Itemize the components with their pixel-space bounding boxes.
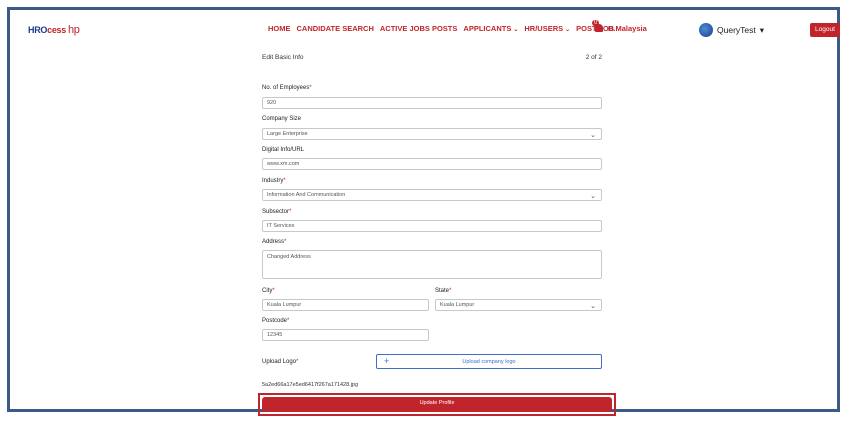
- globe-icon: [699, 23, 713, 37]
- company-size-value: Large Enterprise: [267, 131, 308, 137]
- chevron-down-icon: ⌄: [590, 132, 596, 139]
- address-label-text: Address: [262, 239, 285, 245]
- required-mark: *: [296, 359, 299, 365]
- address-label: Address*: [262, 239, 286, 245]
- top-nav: HROcess hp HOME CANDIDATE SEARCH ACTIVE J…: [10, 10, 840, 48]
- logo-text: HRO: [28, 25, 48, 35]
- employees-label: No. of Employees*: [262, 85, 312, 91]
- state-label-text: State: [435, 288, 450, 294]
- state-value: Kuala Lumpur: [440, 302, 475, 308]
- digital-info-input[interactable]: www.xm.com: [262, 158, 602, 170]
- nav-hr-users[interactable]: HR/USERS ⌄: [524, 24, 570, 33]
- industry-select[interactable]: Information And Communication ⌄: [262, 189, 602, 201]
- company-size-select[interactable]: Large Enterprise ⌄: [262, 128, 602, 140]
- required-mark: *: [284, 239, 287, 245]
- logo-suffix: cess: [47, 25, 66, 35]
- subsector-input[interactable]: IT Services: [262, 220, 602, 232]
- country-label[interactable]: B.Malaysia: [608, 24, 647, 33]
- caret-down-icon: ▾: [759, 24, 765, 35]
- digital-info-label: Digital Info/URL: [262, 147, 305, 153]
- uploaded-file-name: 5a2ed66a17e5ed6417f267a171428.jpg: [262, 382, 359, 388]
- app-frame: HROcess hp HOME CANDIDATE SEARCH ACTIVE J…: [7, 7, 840, 416]
- employees-input[interactable]: 920: [262, 97, 602, 109]
- step-indicator: 2 of 2: [585, 54, 602, 61]
- city-label-text: City: [262, 288, 273, 294]
- state-select[interactable]: Kuala Lumpur ⌄: [435, 299, 602, 311]
- nav-applicants-label: APPLICANTS: [463, 24, 512, 33]
- postcode-label-text: Postcode: [262, 318, 288, 324]
- nav-candidate-search[interactable]: CANDIDATE SEARCH: [297, 24, 374, 33]
- city-label: City*: [262, 288, 275, 294]
- upload-logo-label-text: Upload Logo: [262, 359, 297, 365]
- required-mark: *: [287, 318, 290, 324]
- update-profile-button[interactable]: Update Profile: [262, 397, 612, 412]
- company-size-label: Company Size: [262, 116, 302, 122]
- chevron-down-icon: ⌄: [590, 193, 596, 200]
- employees-label-text: No. of Employees: [262, 85, 310, 91]
- upload-logo-button-label: Upload company logo: [462, 359, 516, 365]
- industry-value: Information And Communication: [267, 192, 346, 198]
- subsector-label-text: Subsector: [262, 209, 290, 215]
- required-mark: *: [309, 85, 312, 91]
- update-profile-highlight: Update Profile: [258, 393, 616, 416]
- logout-button[interactable]: Logout: [810, 23, 840, 37]
- nav-home[interactable]: HOME: [268, 24, 291, 33]
- logo[interactable]: HROcess hp: [28, 24, 80, 36]
- state-label: State*: [435, 288, 451, 294]
- logo-mark: hp: [67, 24, 80, 36]
- address-textarea[interactable]: Changed Address: [262, 250, 602, 279]
- postcode-input[interactable]: 12345: [262, 329, 429, 341]
- industry-label-text: Industry: [262, 178, 284, 184]
- nav-active-jobs-posts[interactable]: ACTIVE JOBS POSTS: [380, 24, 458, 33]
- nav-hr-users-label: HR/USERS: [524, 24, 564, 33]
- upload-logo-button[interactable]: + Upload company logo: [376, 354, 602, 369]
- postcode-label: Postcode*: [262, 318, 289, 324]
- nav-applicants[interactable]: APPLICANTS ⌄: [463, 24, 518, 33]
- subsector-label: Subsector*: [262, 209, 291, 215]
- main-menu: HOME CANDIDATE SEARCH ACTIVE JOBS POSTS …: [268, 24, 614, 33]
- username: QueryTest: [717, 25, 756, 35]
- required-mark: *: [272, 288, 275, 294]
- industry-label: Industry*: [262, 178, 286, 184]
- chevron-down-icon: ⌄: [565, 27, 571, 33]
- form-title: Edit Basic Info: [262, 54, 304, 61]
- user-menu[interactable]: QueryTest ▾: [699, 23, 764, 37]
- city-input[interactable]: Kuala Lumpur: [262, 299, 429, 311]
- upload-logo-label: Upload Logo*: [262, 359, 298, 365]
- chevron-down-icon: ⌄: [513, 27, 519, 33]
- chevron-down-icon: ⌄: [590, 303, 596, 310]
- required-mark: *: [283, 178, 286, 184]
- required-mark: *: [289, 209, 292, 215]
- required-mark: *: [449, 288, 452, 294]
- notification-bell-icon[interactable]: 0: [592, 20, 604, 33]
